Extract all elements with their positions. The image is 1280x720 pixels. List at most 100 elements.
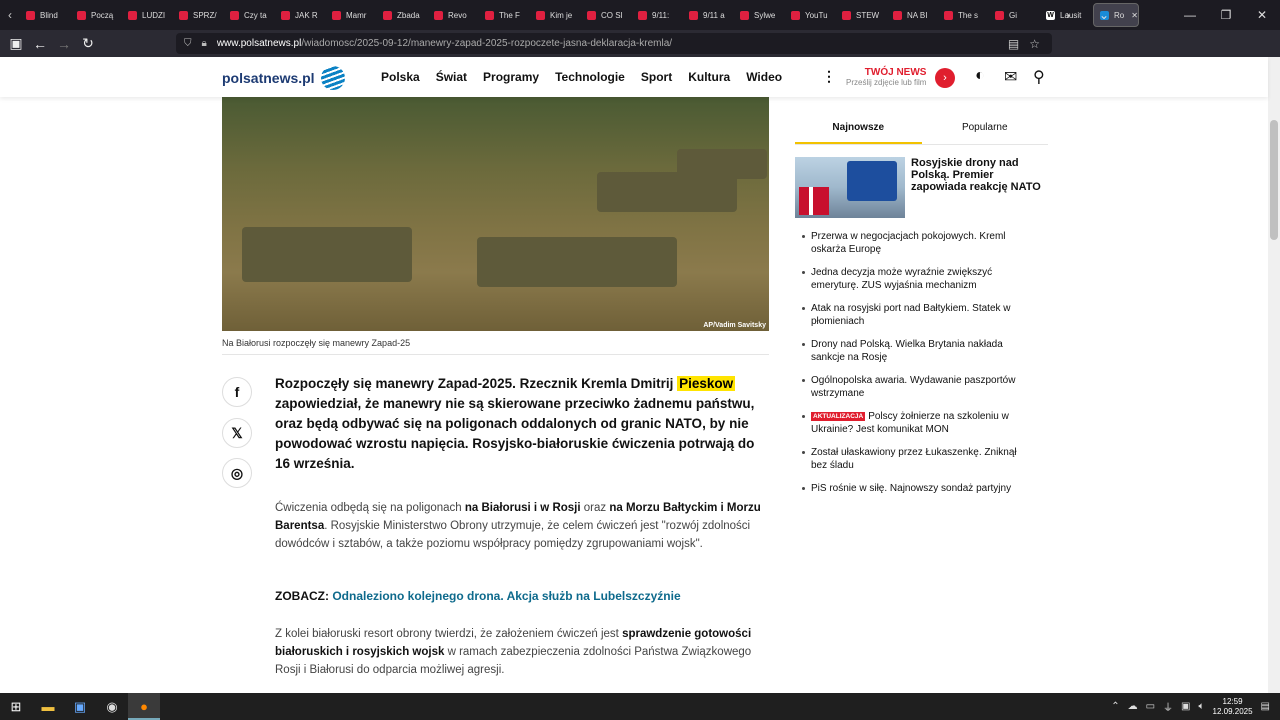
tab-title: Revo xyxy=(448,10,467,20)
notifications-icon[interactable]: ▤ xyxy=(1261,701,1270,712)
list-item[interactable]: PiS rośnie w siłę. Najnowszy sondaż part… xyxy=(800,482,1035,495)
file-explorer-icon[interactable]: ▬ xyxy=(32,693,64,720)
restore-icon[interactable]: ❐ xyxy=(1208,8,1244,22)
share-x-icon[interactable]: 𝕏 xyxy=(222,418,252,448)
tabs-scroll-left-icon[interactable]: ‹ xyxy=(0,8,20,22)
browser-tab[interactable]: The s xyxy=(938,0,989,30)
featured-image[interactable] xyxy=(795,157,905,218)
browser-tab[interactable]: STEW xyxy=(836,0,887,30)
back-icon[interactable]: ← xyxy=(28,36,52,52)
list-item[interactable]: Ogólnopolska awaria. Wydawanie paszportó… xyxy=(800,374,1035,400)
scrollbar-thumb[interactable] xyxy=(1270,120,1278,240)
firefox-icon[interactable]: ● xyxy=(128,693,160,720)
tab-list-chevron-icon[interactable]: ⌄ xyxy=(1086,8,1122,22)
tab-title: SPRZ/ xyxy=(193,10,217,20)
browser-toolbar: ▣ ← → ↻ ⛉ 🔒︎ www.polsatnews.pl/wiadomosc… xyxy=(0,30,1280,80)
tab-list: Blind Począ LUDZI SPRZ/Czy ta JAK R Mamr Zbada… xyxy=(20,0,1141,30)
list-item[interactable]: Atak na rosyjski port nad Bałtykiem. Sta… xyxy=(800,302,1035,328)
youtube-icon xyxy=(689,10,698,20)
browser-tab[interactable]: Blind xyxy=(20,0,71,30)
tab-najnowsze[interactable]: Najnowsze xyxy=(795,117,922,144)
browser-tab[interactable]: Sylwe xyxy=(734,0,785,30)
browser-tab[interactable]: Revo xyxy=(428,0,479,30)
share-instagram-icon[interactable]: ◎ xyxy=(222,458,252,488)
share-facebook-icon[interactable]: f xyxy=(222,377,252,407)
article-paragraph: Ćwiczenia odbędą się na poligonach na Bi… xyxy=(275,499,765,553)
tab-title: Czy ta xyxy=(244,10,267,20)
browser-tab[interactable]: The F xyxy=(479,0,530,30)
tab-title: Kim je xyxy=(550,10,573,20)
tabs-scroll-right-icon[interactable]: › xyxy=(1050,8,1086,22)
url-bar[interactable]: ⛉ 🔒︎ www.polsatnews.pl/wiadomosc/2025-09… xyxy=(176,33,1052,54)
browser-tab[interactable]: NA BI xyxy=(887,0,938,30)
mail-icon[interactable]: ✉ xyxy=(1004,67,1017,87)
network-icon[interactable]: ▣ xyxy=(1181,701,1190,712)
tab-popularne[interactable]: Popularne xyxy=(922,117,1049,144)
youtube-icon xyxy=(332,10,341,20)
see-also-label: ZOBACZ: xyxy=(275,589,333,603)
contrast-toggle-icon[interactable]: ◐ xyxy=(975,67,985,85)
browser-tab[interactable]: 9/11: xyxy=(632,0,683,30)
sidebar-toggle-icon[interactable]: ▣ xyxy=(4,35,28,52)
article-paragraph: Z kolei białoruski resort obrony twierdz… xyxy=(275,625,765,679)
forward-icon[interactable]: → xyxy=(52,36,76,52)
cloud-icon[interactable]: ☁ xyxy=(1128,701,1138,712)
browser-tab[interactable]: Kim je xyxy=(530,0,581,30)
tab-title: JAK R xyxy=(295,10,318,20)
browser-tab[interactable]: YouTu xyxy=(785,0,836,30)
list-item[interactable]: Został ułaskawiony przez Łukaszenkę. Zni… xyxy=(800,446,1035,472)
browser-tab[interactable]: Począ xyxy=(71,0,122,30)
close-window-icon[interactable]: ✕ xyxy=(1244,8,1280,22)
volume-icon[interactable]: 🔈︎ xyxy=(1199,701,1205,712)
tab-title: Począ xyxy=(91,10,114,20)
browser-tab[interactable]: LUDZI xyxy=(122,0,173,30)
browser-tab[interactable]: SPRZ/ xyxy=(173,0,224,30)
nav-item[interactable]: Sport xyxy=(641,70,672,84)
tab-title: YouTu xyxy=(805,10,828,20)
text: Z kolei białoruski resort obrony twierdz… xyxy=(275,628,623,640)
start-icon[interactable]: ⊞ xyxy=(0,693,32,720)
list-item-title: Drony nad Polską. Wielka Brytania nakład… xyxy=(811,339,1003,363)
tray-chevron-icon[interactable]: ⌃ xyxy=(1111,701,1119,712)
browser-tab[interactable]: Czy ta xyxy=(224,0,275,30)
browser-tab[interactable]: 9/11 a xyxy=(683,0,734,30)
twoj-news-arrow-icon[interactable]: › xyxy=(935,68,955,88)
browser-tab[interactable]: Zbada xyxy=(377,0,428,30)
bookmark-star-icon[interactable]: ☆ xyxy=(1029,37,1040,51)
logo-mark-icon xyxy=(320,66,345,90)
nav-item[interactable]: Technologie xyxy=(555,70,625,84)
list-item[interactable]: Przerwa w negocjacjach pokojowych. Kreml… xyxy=(800,230,1035,256)
nav-item[interactable]: Wideo xyxy=(746,70,782,84)
nav-item[interactable]: Świat xyxy=(436,70,467,84)
window-controls: › ⌄ — ❐ ✕ xyxy=(1050,0,1280,30)
reader-view-icon[interactable]: ▤ xyxy=(1008,37,1019,51)
lock-icon[interactable]: 🔒︎ xyxy=(202,38,207,49)
browser-tab[interactable]: CO SI xyxy=(581,0,632,30)
clock[interactable]: 12:59 12.09.2025 xyxy=(1213,697,1253,717)
steam-icon[interactable]: ◉ xyxy=(96,693,128,720)
list-item[interactable]: AKTUALIZACJA Polscy żołnierze na szkoleni… xyxy=(800,410,1035,436)
main-navigation: Polska Świat Programy Technologie Sport Kultu… xyxy=(381,70,782,84)
minimize-icon[interactable]: — xyxy=(1172,8,1208,22)
twoj-news-link[interactable]: TWÓJ NEWS Prześlij zdjęcie lub film xyxy=(846,67,926,87)
browser-tab[interactable]: JAK R xyxy=(275,0,326,30)
usb-icon[interactable]: ⏚ xyxy=(1163,699,1173,714)
app-icon[interactable]: ▣ xyxy=(64,693,96,720)
nav-item[interactable]: Kultura xyxy=(688,70,730,84)
more-menu-icon[interactable]: ⋮ xyxy=(822,68,836,85)
browser-tab[interactable]: Gi xyxy=(989,0,1040,30)
list-item[interactable]: Drony nad Polską. Wielka Brytania nakład… xyxy=(800,338,1035,364)
featured-title[interactable]: Rosyjskie drony nad Polską. Premier zapo… xyxy=(911,157,1041,193)
site-logo[interactable]: polsatnews.pl xyxy=(222,66,345,90)
tab-title: Sylwe xyxy=(754,10,776,20)
nav-item[interactable]: Polska xyxy=(381,70,420,84)
search-icon[interactable]: ⚲ xyxy=(1033,67,1045,87)
browser-tab[interactable]: Mamr xyxy=(326,0,377,30)
reload-icon[interactable]: ↻ xyxy=(76,35,100,52)
see-also-link[interactable]: Odnaleziono kolejnego drona. Akcja służb… xyxy=(332,589,680,603)
nav-item[interactable]: Programy xyxy=(483,70,539,84)
shield-icon[interactable]: ⛉ xyxy=(184,38,192,49)
tray-app-icon[interactable]: ▭ xyxy=(1146,701,1155,712)
youtube-icon xyxy=(995,10,1004,20)
list-item[interactable]: Jedna decyzja może wyraźnie zwiększyć em… xyxy=(800,266,1035,292)
